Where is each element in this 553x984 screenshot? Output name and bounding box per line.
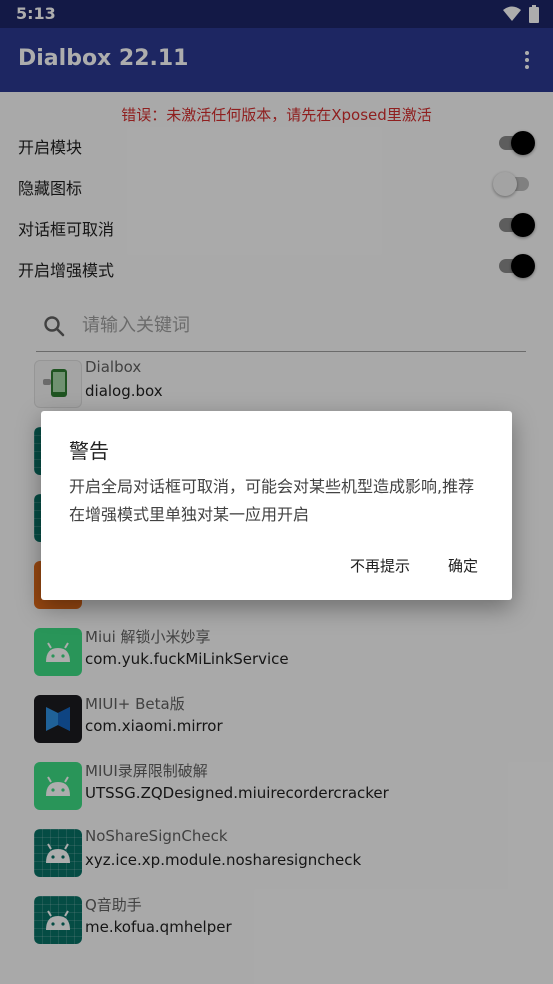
warning-dialog: 警告 开启全局对话框可取消，可能会对某些机型造成影响,推荐在增强模式里单独对某一… [41, 411, 512, 600]
ok-button[interactable]: 确定 [442, 551, 484, 580]
dont-show-again-button[interactable]: 不再提示 [344, 551, 416, 580]
dialog-message: 开启全局对话框可取消，可能会对某些机型造成影响,推荐在增强模式里单独对某一应用开… [69, 477, 475, 524]
dialog-title: 警告 [69, 439, 109, 463]
